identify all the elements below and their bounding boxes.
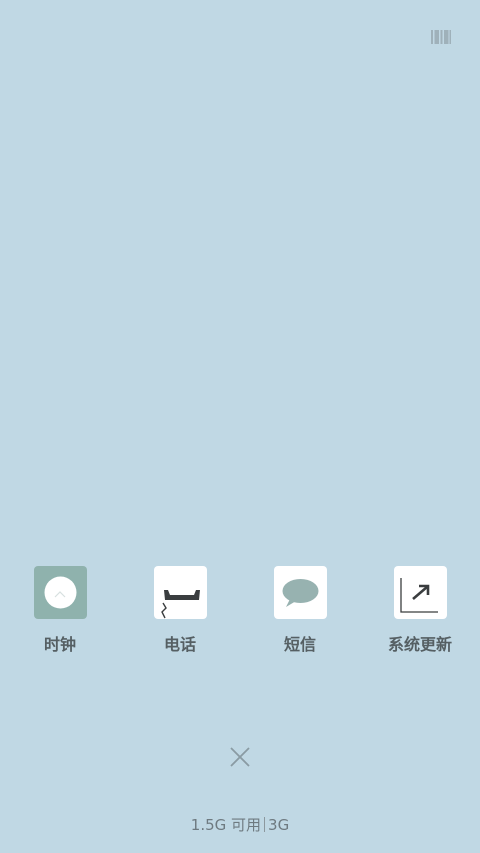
recent-apps-row: 时钟 电话 短信 系统更新	[0, 566, 480, 666]
update-arrow-icon	[393, 566, 447, 619]
app-system-update[interactable]: 系统更新	[360, 566, 480, 655]
memory-available: 1.5G 可用	[190, 816, 262, 834]
memory-status: 1.5G 可用 3G	[0, 815, 480, 835]
clock-icon	[33, 566, 87, 619]
phone-icon	[153, 566, 207, 619]
memory-divider	[264, 817, 266, 832]
barcode-menu-icon	[431, 29, 451, 48]
app-label-phone: 电话	[163, 635, 196, 654]
memory-total: 3G	[268, 816, 290, 834]
app-clock[interactable]: 时钟	[0, 566, 120, 655]
close-icon	[229, 746, 251, 772]
app-messages[interactable]: 短信	[240, 566, 360, 655]
clear-recent-apps-button[interactable]	[226, 745, 254, 773]
app-label-messages: 短信	[283, 635, 316, 654]
recent-apps-menu-button[interactable]	[424, 24, 458, 52]
app-phone[interactable]: 电话	[120, 566, 240, 655]
app-label-clock: 时钟	[43, 635, 76, 654]
message-bubble-icon	[273, 566, 327, 619]
app-label-system-update: 系统更新	[387, 635, 452, 654]
